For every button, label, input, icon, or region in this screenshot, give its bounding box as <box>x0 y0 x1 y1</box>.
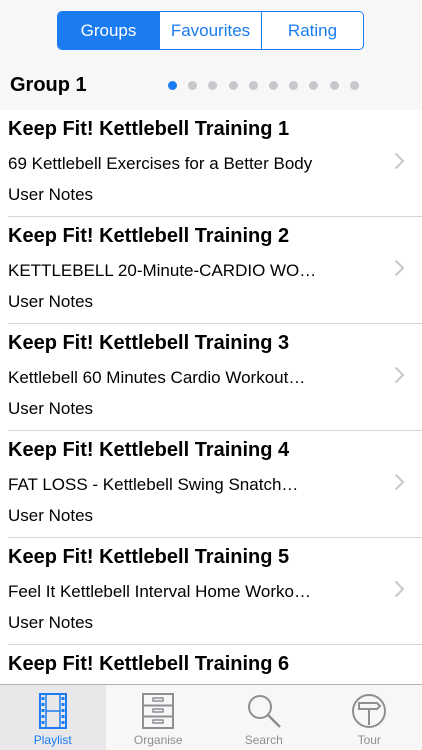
page-indicator[interactable] <box>168 81 359 90</box>
page-dot-3[interactable] <box>208 81 218 90</box>
view-segmented-control: Groups Favourites Rating <box>57 11 364 50</box>
row-notes: User Notes <box>8 613 94 632</box>
page-dot-9[interactable] <box>329 81 339 90</box>
playlist-row-4[interactable]: Keep Fit! Kettlebell Training 4 FAT LOSS… <box>8 431 422 538</box>
page-dot-4[interactable] <box>228 81 238 90</box>
top-bar: Groups Favourites Rating <box>0 0 422 60</box>
page-dot-7[interactable] <box>289 81 299 90</box>
film-strip-icon <box>38 693 67 729</box>
tab-tour[interactable]: Tour <box>317 685 422 750</box>
row-notes: User Notes <box>8 185 94 204</box>
chevron-right-icon <box>394 152 405 170</box>
playlist-row-3[interactable]: Keep Fit! Kettlebell Training 3 Kettlebe… <box>8 324 422 431</box>
row-notes: User Notes <box>8 399 94 418</box>
row-title: Keep Fit! Kettlebell Training 1 <box>8 118 290 140</box>
segment-rating[interactable]: Rating <box>261 12 363 49</box>
row-title: Keep Fit! Kettlebell Training 2 <box>8 225 290 247</box>
tab-playlist[interactable]: Playlist <box>0 685 106 750</box>
row-title: Keep Fit! Kettlebell Training 5 <box>8 546 290 568</box>
tab-label: Organise <box>133 733 183 747</box>
chevron-right-icon <box>394 473 405 491</box>
chevron-right-icon <box>394 366 405 384</box>
row-subtitle: Feel It Kettlebell Interval Home Worko… <box>8 582 311 601</box>
tab-search[interactable]: Search <box>211 685 317 750</box>
row-subtitle: Kettlebell 60 Minutes Cardio Workout… <box>8 368 306 387</box>
page-dot-8[interactable] <box>309 81 319 90</box>
row-title: Keep Fit! Kettlebell Training 4 <box>8 439 290 461</box>
page-dot-2[interactable] <box>188 81 198 90</box>
tab-organise[interactable]: Organise <box>106 685 212 750</box>
playlist-row-1[interactable]: Keep Fit! Kettlebell Training 1 69 Kettl… <box>8 110 422 217</box>
tab-label: Playlist <box>33 733 72 747</box>
chevron-right-icon <box>394 259 405 277</box>
filing-cabinet-icon <box>142 693 175 729</box>
page-dot-5[interactable] <box>248 81 258 90</box>
page-dot-1[interactable] <box>168 81 177 90</box>
row-notes: User Notes <box>8 292 94 311</box>
signpost-icon <box>352 694 387 728</box>
segment-groups[interactable]: Groups <box>58 12 159 49</box>
row-subtitle: KETTLEBELL 20-Minute-CARDIO WO… <box>8 261 317 280</box>
playlist-row-5[interactable]: Keep Fit! Kettlebell Training 5 Feel It … <box>8 538 422 645</box>
page-dot-10[interactable] <box>349 81 359 90</box>
row-title: Keep Fit! Kettlebell Training 6 <box>8 653 290 675</box>
row-subtitle: FAT LOSS - Kettlebell Swing Snatch… <box>8 475 299 494</box>
playlist-list: Keep Fit! Kettlebell Training 1 69 Kettl… <box>0 110 422 750</box>
group-title: Group 1 <box>10 74 87 96</box>
tab-label: Tour <box>357 733 381 747</box>
playlist-row-2[interactable]: Keep Fit! Kettlebell Training 2 KETTLEBE… <box>8 217 422 324</box>
row-subtitle: 69 Kettlebell Exercises for a Better Bod… <box>8 154 313 173</box>
segment-favourites[interactable]: Favourites <box>159 12 261 49</box>
row-title: Keep Fit! Kettlebell Training 3 <box>8 332 290 354</box>
tab-bar: Playlist Organise Search Tour <box>0 684 422 750</box>
row-notes: User Notes <box>8 506 94 525</box>
page-dot-6[interactable] <box>268 81 278 90</box>
magnifier-icon <box>247 695 281 728</box>
chevron-right-icon <box>394 580 405 598</box>
tab-label: Search <box>244 733 283 747</box>
group-header: Group 1 <box>0 60 422 110</box>
